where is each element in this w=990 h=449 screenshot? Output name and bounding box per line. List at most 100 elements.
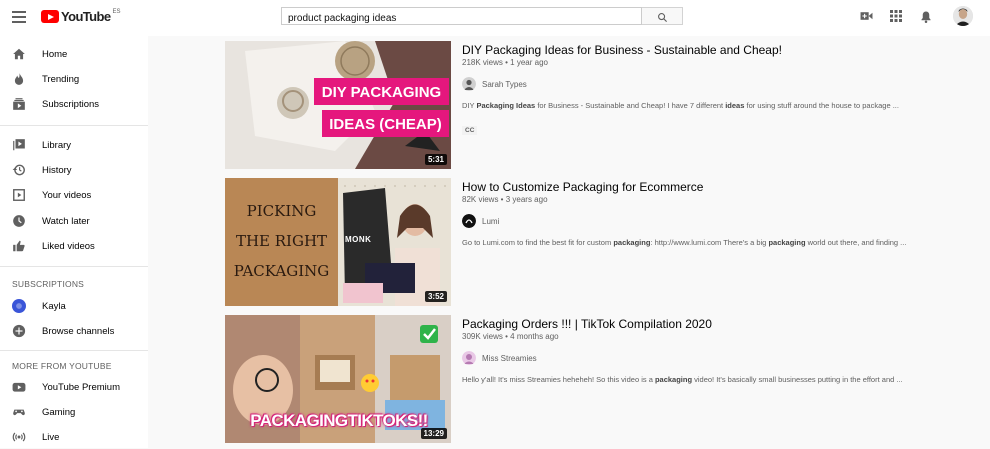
video-duration: 5:31 xyxy=(424,154,447,165)
subscriptions-heading: SUBSCRIPTIONS xyxy=(12,279,85,289)
search-icon xyxy=(658,13,668,23)
channel-avatar xyxy=(462,351,476,365)
sidebar-item-gaming[interactable]: Gaming xyxy=(0,400,148,424)
sidebar-item-liked-videos[interactable]: Liked videos xyxy=(0,234,148,258)
create-video-icon[interactable] xyxy=(860,10,873,22)
video-description: Go to Lumi.com to find the best fit for … xyxy=(462,237,932,249)
desc-text: for using stuff around the house to pack… xyxy=(744,101,899,110)
sidebar-divider xyxy=(0,350,148,351)
video-title[interactable]: DIY Packaging Ideas for Business - Susta… xyxy=(462,43,782,57)
desc-highlight: packaging xyxy=(613,238,651,247)
apps-icon[interactable] xyxy=(890,10,902,22)
desc-highlight: ideas xyxy=(725,101,745,110)
thumbnail-line: PACKAGING xyxy=(233,262,330,280)
channel-avatar xyxy=(462,77,476,91)
search-button[interactable] xyxy=(642,7,683,25)
desc-highlight: packaging xyxy=(654,375,693,384)
desc-highlight: Packaging Ideas xyxy=(476,101,536,110)
video-description: Hello y'all! It's miss Streamies heheheh… xyxy=(462,374,932,386)
sidebar-divider xyxy=(0,266,148,267)
channel-name: Miss Streamies xyxy=(482,353,537,363)
video-duration: 3:52 xyxy=(424,291,447,302)
desc-text: for Business - Sustainable and Cheap! I … xyxy=(535,101,726,110)
sidebar-item-label: Gaming xyxy=(42,406,76,418)
search-box xyxy=(281,7,642,27)
thumbnail-line: PICKING xyxy=(246,202,317,220)
channel-info[interactable]: Miss Streamies xyxy=(462,350,537,366)
channel-info[interactable]: Sarah Types xyxy=(462,76,527,92)
sidebar-item-trending[interactable]: Trending xyxy=(0,67,148,91)
search-input[interactable] xyxy=(282,10,618,27)
channel-info[interactable]: Lumi xyxy=(462,213,499,229)
sidebar-item-history[interactable]: History xyxy=(0,158,148,182)
thumbnail-caption: PICKING THE RIGHT PACKAGING xyxy=(225,196,338,286)
cc-badge: CC xyxy=(462,126,478,135)
video-title[interactable]: How to Customize Packaging for Ecommerce xyxy=(462,180,703,194)
trending-icon xyxy=(14,73,24,85)
thumbnail-caption: IDEAS (CHEAP) xyxy=(329,116,442,133)
sidebar-item-library[interactable]: Library xyxy=(0,133,148,157)
thumbnail-line: THE RIGHT xyxy=(235,232,328,250)
video-thumbnail[interactable]: PICKING THE RIGHT PACKAGING MONK 3:52 xyxy=(225,178,451,306)
channel-name: Sarah Types xyxy=(482,79,527,89)
video-thumbnail[interactable]: DIY PACKAGING IDEAS (CHEAP) 5:31 xyxy=(225,41,451,169)
video-metadata: 309K views • 4 months ago xyxy=(462,332,559,341)
video-thumbnail[interactable]: PACKAGINGTIKTOKS!! 13:29 xyxy=(225,315,451,443)
sidebar-item-watch-later[interactable]: Watch later xyxy=(0,209,148,233)
desc-text: video! It's basically small businesses p… xyxy=(692,375,903,384)
sidebar-item-label: Home xyxy=(42,48,68,60)
menu-icon[interactable] xyxy=(12,11,26,23)
desc-text: world out there, and finding ... xyxy=(805,238,907,247)
sidebar: Home Trending Subscriptions Library Hist… xyxy=(0,36,148,448)
avatar[interactable] xyxy=(953,6,973,26)
gaming-icon xyxy=(13,409,25,416)
desc-text: DIY xyxy=(462,101,477,110)
thumbnail-caption: DIY PACKAGING xyxy=(321,84,442,101)
sidebar-item-youtube-premium[interactable]: YouTube Premium xyxy=(0,375,148,399)
sidebar-item-subscriptions[interactable]: Subscriptions xyxy=(0,92,148,116)
video-result: DIY PACKAGING IDEAS (CHEAP) 5:31 DIY Pac… xyxy=(225,41,925,169)
sidebar-item-label: Live xyxy=(42,431,60,443)
video-title[interactable]: Packaging Orders !!! | TikTok Compilatio… xyxy=(462,317,712,331)
your-videos-icon xyxy=(13,189,25,201)
sidebar-item-your-videos[interactable]: Your videos xyxy=(0,183,148,207)
youtube-premium-icon xyxy=(12,382,26,392)
logo-region: ES xyxy=(112,9,121,15)
desc-highlight: packaging xyxy=(768,238,806,247)
video-metadata: 218K views • 1 year ago xyxy=(462,58,548,67)
thumbnail-brand: MONK xyxy=(345,235,372,244)
sidebar-item-home[interactable]: Home xyxy=(0,42,148,66)
channel-avatar xyxy=(12,299,26,313)
logo-text: YouTube xyxy=(61,9,111,24)
youtube-logo[interactable]: YouTube ES xyxy=(41,9,121,26)
sidebar-item-label: Library xyxy=(42,139,72,151)
video-description: DIY Packaging Ideas for Business - Susta… xyxy=(462,100,932,112)
sidebar-item-label: Liked videos xyxy=(42,240,95,252)
subscriptions-icon xyxy=(13,98,25,110)
desc-text: : http://www.lumi.com There's a big xyxy=(650,238,769,247)
sidebar-item-label: History xyxy=(42,164,72,176)
sidebar-divider xyxy=(0,125,148,126)
add-circle-icon xyxy=(12,324,26,338)
video-metadata: 82K views • 3 years ago xyxy=(462,195,548,204)
sidebar-item-label: Subscriptions xyxy=(42,98,100,110)
library-icon xyxy=(13,139,25,151)
liked-icon xyxy=(13,240,25,252)
sidebar-item-live[interactable]: Live xyxy=(0,425,148,449)
video-result: PICKING THE RIGHT PACKAGING MONK 3:52 Ho… xyxy=(225,178,925,306)
channel-name: Lumi xyxy=(482,216,500,226)
video-result: PACKAGINGTIKTOKS!! 13:29 Packaging Order… xyxy=(225,315,925,443)
sidebar-item-browse-channels[interactable]: Browse channels xyxy=(0,319,148,343)
more-from-youtube-heading: MORE FROM YOUTUBE xyxy=(12,361,112,371)
sidebar-item-label: Kayla xyxy=(42,300,66,312)
sidebar-item-label: Your videos xyxy=(42,189,92,201)
notifications-icon[interactable] xyxy=(920,10,932,24)
watch-later-icon xyxy=(13,215,25,227)
video-duration: 13:29 xyxy=(420,428,447,439)
sidebar-item-label: YouTube Premium xyxy=(42,381,120,393)
desc-text: Go to Lumi.com to find the best fit for … xyxy=(462,238,614,247)
sidebar-item-kayla[interactable]: Kayla xyxy=(0,294,148,318)
home-icon xyxy=(13,48,25,60)
channel-avatar xyxy=(462,214,476,228)
live-icon xyxy=(12,432,26,442)
